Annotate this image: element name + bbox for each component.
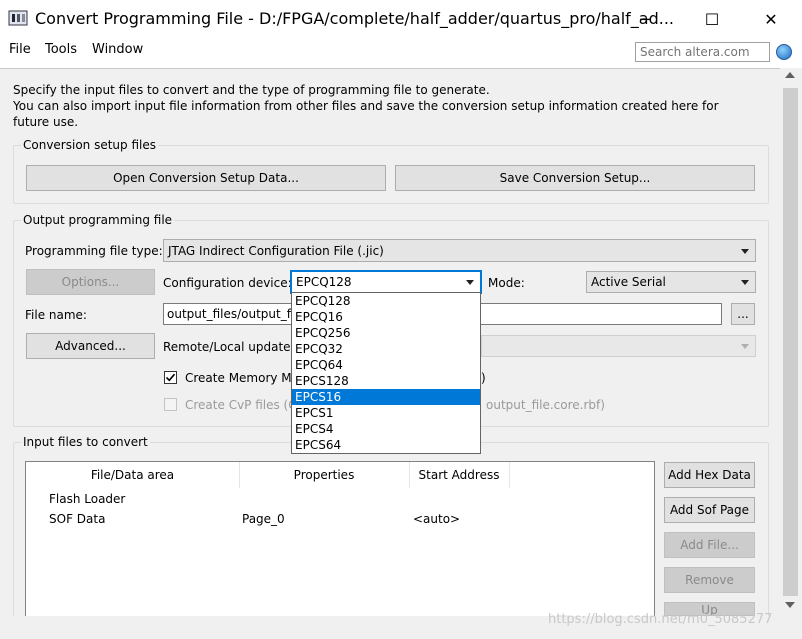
column-header-properties[interactable]: Properties [239,462,410,488]
create-cvp-checkbox[interactable] [164,398,177,411]
remove-button[interactable]: Remove [664,567,755,593]
intro-line-2: You can also import input file informati… [13,99,719,113]
dropdown-option-epcq128[interactable]: EPCQ128 [292,293,480,309]
table-row-properties[interactable]: Page_0 [242,512,285,526]
open-setup-button[interactable]: Open Conversion Setup Data... [26,165,386,191]
checkmark-icon [165,373,176,382]
setup-group-label: Conversion setup files [21,138,158,152]
chevron-down-icon [741,344,749,349]
table-row-area[interactable]: Flash Loader [49,492,125,506]
add-hex-button[interactable]: Add Hex Data [664,462,755,488]
window-title: Convert Programming File - D:/FPGA/compl… [35,9,674,28]
remote-update-select [481,335,756,357]
dropdown-option-epcs16[interactable]: EPCS16 [292,389,480,405]
file-name-value: output_files/output_fil [167,307,298,321]
add-file-button[interactable]: Add File... [664,532,755,558]
intro-line-1: Specify the input files to convert and t… [13,83,490,97]
column-header-start[interactable]: Start Address [409,462,510,488]
dropdown-option-epcq256[interactable]: EPCQ256 [292,325,480,341]
create-map-suffix: ) [481,371,486,385]
create-cvp-label: Create CvP files (G [185,398,298,412]
close-button[interactable]: ✕ [748,0,794,38]
advanced-button[interactable]: Advanced... [26,333,155,359]
dropdown-option-epcs1[interactable]: EPCS1 [292,405,480,421]
scroll-thumb[interactable] [783,88,798,596]
table-row-start[interactable]: <auto> [413,512,460,526]
options-button[interactable]: Options... [26,269,155,295]
mode-select[interactable]: Active Serial [586,271,756,293]
dropdown-option-epcs128[interactable]: EPCS128 [292,373,480,389]
column-header-area[interactable]: File/Data area [26,462,240,488]
app-icon [8,9,28,27]
config-device-dropdown-list[interactable]: EPCQ128 EPCQ16 EPCQ256 EPCQ32 EPCQ64 EPCS128 E… [291,292,481,454]
dropdown-option-epcs4[interactable]: EPCS4 [292,421,480,437]
vertical-scrollbar[interactable] [780,68,802,616]
input-group-label: Input files to convert [21,435,150,449]
config-device-label: Configuration device: [163,276,292,290]
globe-icon[interactable] [776,44,792,60]
file-type-select[interactable]: JTAG Indirect Configuration File (.jic) [163,239,756,262]
chevron-down-icon [741,280,749,285]
dropdown-option-epcq16[interactable]: EPCQ16 [292,309,480,325]
scroll-down-icon[interactable] [785,602,795,608]
save-setup-button[interactable]: Save Conversion Setup... [395,165,755,191]
intro-line-3: future use. [13,115,79,129]
dropdown-option-epcs64[interactable]: EPCS64 [292,437,480,453]
browse-button[interactable]: ... [731,303,755,325]
file-name-label: File name: [25,308,87,322]
output-group-label: Output programming file [21,213,175,227]
menu-file[interactable]: File [9,42,31,57]
create-map-checkbox[interactable] [164,371,177,384]
remote-update-label: Remote/Local update d [163,340,302,354]
dropdown-option-epcq64[interactable]: EPCQ64 [292,357,480,373]
file-type-value: JTAG Indirect Configuration File (.jic) [168,243,384,258]
minimize-button[interactable]: ─ [622,0,668,38]
chevron-down-icon [741,248,749,254]
watermark: https://blog.csdn.net/m0_5085277 [548,612,773,627]
chevron-down-icon [466,280,474,285]
dropdown-option-epcq32[interactable]: EPCQ32 [292,341,480,357]
add-sof-button[interactable]: Add Sof Page [664,497,755,523]
mode-value: Active Serial [591,275,666,289]
file-type-label: Programming file type: [25,244,163,258]
config-device-select[interactable]: EPCQ128 [290,270,482,294]
menu-window[interactable]: Window [92,42,143,57]
menu-tools[interactable]: Tools [45,42,77,57]
search-input[interactable] [635,42,770,62]
create-map-label: Create Memory Ma [185,371,300,385]
scroll-up-icon[interactable] [785,72,795,78]
input-files-table[interactable]: File/Data area Properties Start Address … [25,461,655,621]
table-row-area[interactable]: SOF Data [49,512,105,526]
mode-label: Mode: [488,276,525,290]
create-cvp-suffix: output_file.core.rbf) [486,398,605,412]
config-device-value: EPCQ128 [296,275,352,289]
maximize-button[interactable]: ☐ [689,0,735,38]
